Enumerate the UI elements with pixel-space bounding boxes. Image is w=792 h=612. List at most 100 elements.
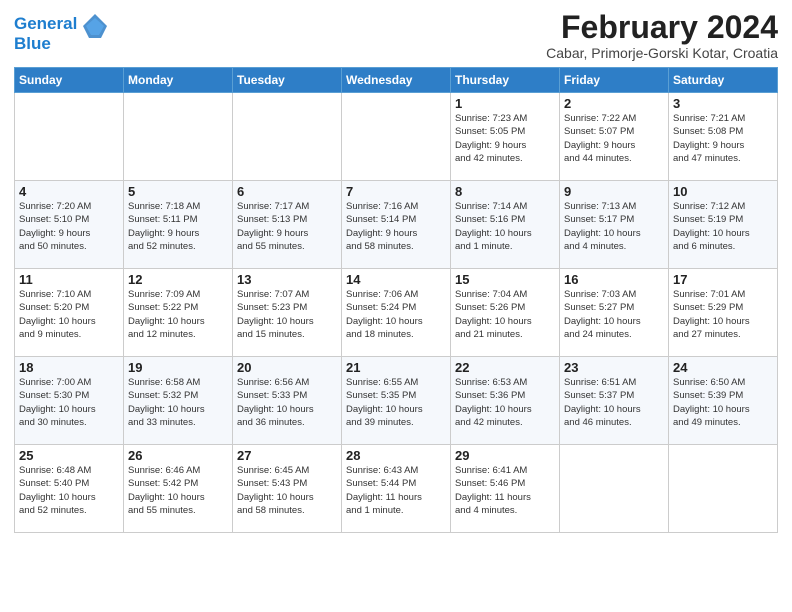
day-info: Sunrise: 7:04 AM Sunset: 5:26 PM Dayligh… [455,288,555,341]
day-info: Sunrise: 7:17 AM Sunset: 5:13 PM Dayligh… [237,200,337,253]
calendar-cell: 10Sunrise: 7:12 AM Sunset: 5:19 PM Dayli… [669,181,778,269]
day-info: Sunrise: 7:20 AM Sunset: 5:10 PM Dayligh… [19,200,119,253]
calendar-cell: 28Sunrise: 6:43 AM Sunset: 5:44 PM Dayli… [342,445,451,533]
day-info: Sunrise: 7:21 AM Sunset: 5:08 PM Dayligh… [673,112,773,165]
day-info: Sunrise: 6:41 AM Sunset: 5:46 PM Dayligh… [455,464,555,517]
calendar-cell [342,93,451,181]
day-info: Sunrise: 7:10 AM Sunset: 5:20 PM Dayligh… [19,288,119,341]
day-number: 6 [237,184,337,199]
weekday-header-sunday: Sunday [15,68,124,93]
day-info: Sunrise: 7:14 AM Sunset: 5:16 PM Dayligh… [455,200,555,253]
day-info: Sunrise: 7:09 AM Sunset: 5:22 PM Dayligh… [128,288,228,341]
day-number: 18 [19,360,119,375]
day-number: 26 [128,448,228,463]
calendar-week-row: 25Sunrise: 6:48 AM Sunset: 5:40 PM Dayli… [15,445,778,533]
day-number: 7 [346,184,446,199]
day-info: Sunrise: 6:46 AM Sunset: 5:42 PM Dayligh… [128,464,228,517]
subtitle: Cabar, Primorje-Gorski Kotar, Croatia [546,45,778,61]
calendar-cell: 24Sunrise: 6:50 AM Sunset: 5:39 PM Dayli… [669,357,778,445]
calendar-cell: 29Sunrise: 6:41 AM Sunset: 5:46 PM Dayli… [451,445,560,533]
title-block: February 2024 Cabar, Primorje-Gorski Kot… [546,10,778,61]
day-number: 13 [237,272,337,287]
day-info: Sunrise: 7:18 AM Sunset: 5:11 PM Dayligh… [128,200,228,253]
day-number: 24 [673,360,773,375]
calendar-cell: 23Sunrise: 6:51 AM Sunset: 5:37 PM Dayli… [560,357,669,445]
calendar-cell: 26Sunrise: 6:46 AM Sunset: 5:42 PM Dayli… [124,445,233,533]
logo-text: General Blue [14,14,77,53]
header: General Blue February 2024 Cabar, Primor… [14,10,778,61]
day-info: Sunrise: 6:50 AM Sunset: 5:39 PM Dayligh… [673,376,773,429]
day-number: 25 [19,448,119,463]
day-number: 14 [346,272,446,287]
calendar-cell: 1Sunrise: 7:23 AM Sunset: 5:05 PM Daylig… [451,93,560,181]
calendar-cell: 19Sunrise: 6:58 AM Sunset: 5:32 PM Dayli… [124,357,233,445]
calendar-cell [15,93,124,181]
calendar: SundayMondayTuesdayWednesdayThursdayFrid… [14,67,778,533]
day-number: 11 [19,272,119,287]
day-number: 3 [673,96,773,111]
calendar-week-row: 4Sunrise: 7:20 AM Sunset: 5:10 PM Daylig… [15,181,778,269]
main-title: February 2024 [546,10,778,45]
day-info: Sunrise: 6:56 AM Sunset: 5:33 PM Dayligh… [237,376,337,429]
day-number: 16 [564,272,664,287]
calendar-cell: 16Sunrise: 7:03 AM Sunset: 5:27 PM Dayli… [560,269,669,357]
calendar-cell: 14Sunrise: 7:06 AM Sunset: 5:24 PM Dayli… [342,269,451,357]
day-info: Sunrise: 7:01 AM Sunset: 5:29 PM Dayligh… [673,288,773,341]
calendar-cell [669,445,778,533]
calendar-body: 1Sunrise: 7:23 AM Sunset: 5:05 PM Daylig… [15,93,778,533]
calendar-cell: 27Sunrise: 6:45 AM Sunset: 5:43 PM Dayli… [233,445,342,533]
day-info: Sunrise: 6:48 AM Sunset: 5:40 PM Dayligh… [19,464,119,517]
day-number: 10 [673,184,773,199]
day-number: 20 [237,360,337,375]
calendar-cell: 18Sunrise: 7:00 AM Sunset: 5:30 PM Dayli… [15,357,124,445]
day-number: 9 [564,184,664,199]
calendar-cell: 15Sunrise: 7:04 AM Sunset: 5:26 PM Dayli… [451,269,560,357]
weekday-header-wednesday: Wednesday [342,68,451,93]
calendar-cell: 20Sunrise: 6:56 AM Sunset: 5:33 PM Dayli… [233,357,342,445]
weekday-header-saturday: Saturday [669,68,778,93]
day-info: Sunrise: 6:55 AM Sunset: 5:35 PM Dayligh… [346,376,446,429]
calendar-cell: 21Sunrise: 6:55 AM Sunset: 5:35 PM Dayli… [342,357,451,445]
calendar-cell: 22Sunrise: 6:53 AM Sunset: 5:36 PM Dayli… [451,357,560,445]
day-number: 15 [455,272,555,287]
calendar-cell: 11Sunrise: 7:10 AM Sunset: 5:20 PM Dayli… [15,269,124,357]
day-info: Sunrise: 7:13 AM Sunset: 5:17 PM Dayligh… [564,200,664,253]
day-info: Sunrise: 7:12 AM Sunset: 5:19 PM Dayligh… [673,200,773,253]
logo-line1: General [14,14,77,33]
calendar-cell: 3Sunrise: 7:21 AM Sunset: 5:08 PM Daylig… [669,93,778,181]
calendar-cell [124,93,233,181]
logo: General Blue [14,14,109,53]
day-number: 22 [455,360,555,375]
calendar-header: SundayMondayTuesdayWednesdayThursdayFrid… [15,68,778,93]
weekday-header-row: SundayMondayTuesdayWednesdayThursdayFrid… [15,68,778,93]
calendar-cell: 7Sunrise: 7:16 AM Sunset: 5:14 PM Daylig… [342,181,451,269]
calendar-cell [560,445,669,533]
day-info: Sunrise: 6:58 AM Sunset: 5:32 PM Dayligh… [128,376,228,429]
day-number: 21 [346,360,446,375]
calendar-cell: 8Sunrise: 7:14 AM Sunset: 5:16 PM Daylig… [451,181,560,269]
page: General Blue February 2024 Cabar, Primor… [0,0,792,541]
day-info: Sunrise: 7:22 AM Sunset: 5:07 PM Dayligh… [564,112,664,165]
day-number: 4 [19,184,119,199]
weekday-header-thursday: Thursday [451,68,560,93]
day-info: Sunrise: 6:53 AM Sunset: 5:36 PM Dayligh… [455,376,555,429]
calendar-cell: 5Sunrise: 7:18 AM Sunset: 5:11 PM Daylig… [124,181,233,269]
logo-line2: Blue [14,34,51,53]
day-info: Sunrise: 7:23 AM Sunset: 5:05 PM Dayligh… [455,112,555,165]
day-number: 5 [128,184,228,199]
day-number: 29 [455,448,555,463]
day-number: 27 [237,448,337,463]
day-number: 19 [128,360,228,375]
calendar-cell: 12Sunrise: 7:09 AM Sunset: 5:22 PM Dayli… [124,269,233,357]
day-number: 12 [128,272,228,287]
day-info: Sunrise: 6:51 AM Sunset: 5:37 PM Dayligh… [564,376,664,429]
logo-icon [81,12,109,40]
calendar-week-row: 1Sunrise: 7:23 AM Sunset: 5:05 PM Daylig… [15,93,778,181]
day-number: 8 [455,184,555,199]
calendar-cell: 13Sunrise: 7:07 AM Sunset: 5:23 PM Dayli… [233,269,342,357]
calendar-week-row: 11Sunrise: 7:10 AM Sunset: 5:20 PM Dayli… [15,269,778,357]
day-number: 1 [455,96,555,111]
calendar-week-row: 18Sunrise: 7:00 AM Sunset: 5:30 PM Dayli… [15,357,778,445]
day-number: 28 [346,448,446,463]
weekday-header-friday: Friday [560,68,669,93]
